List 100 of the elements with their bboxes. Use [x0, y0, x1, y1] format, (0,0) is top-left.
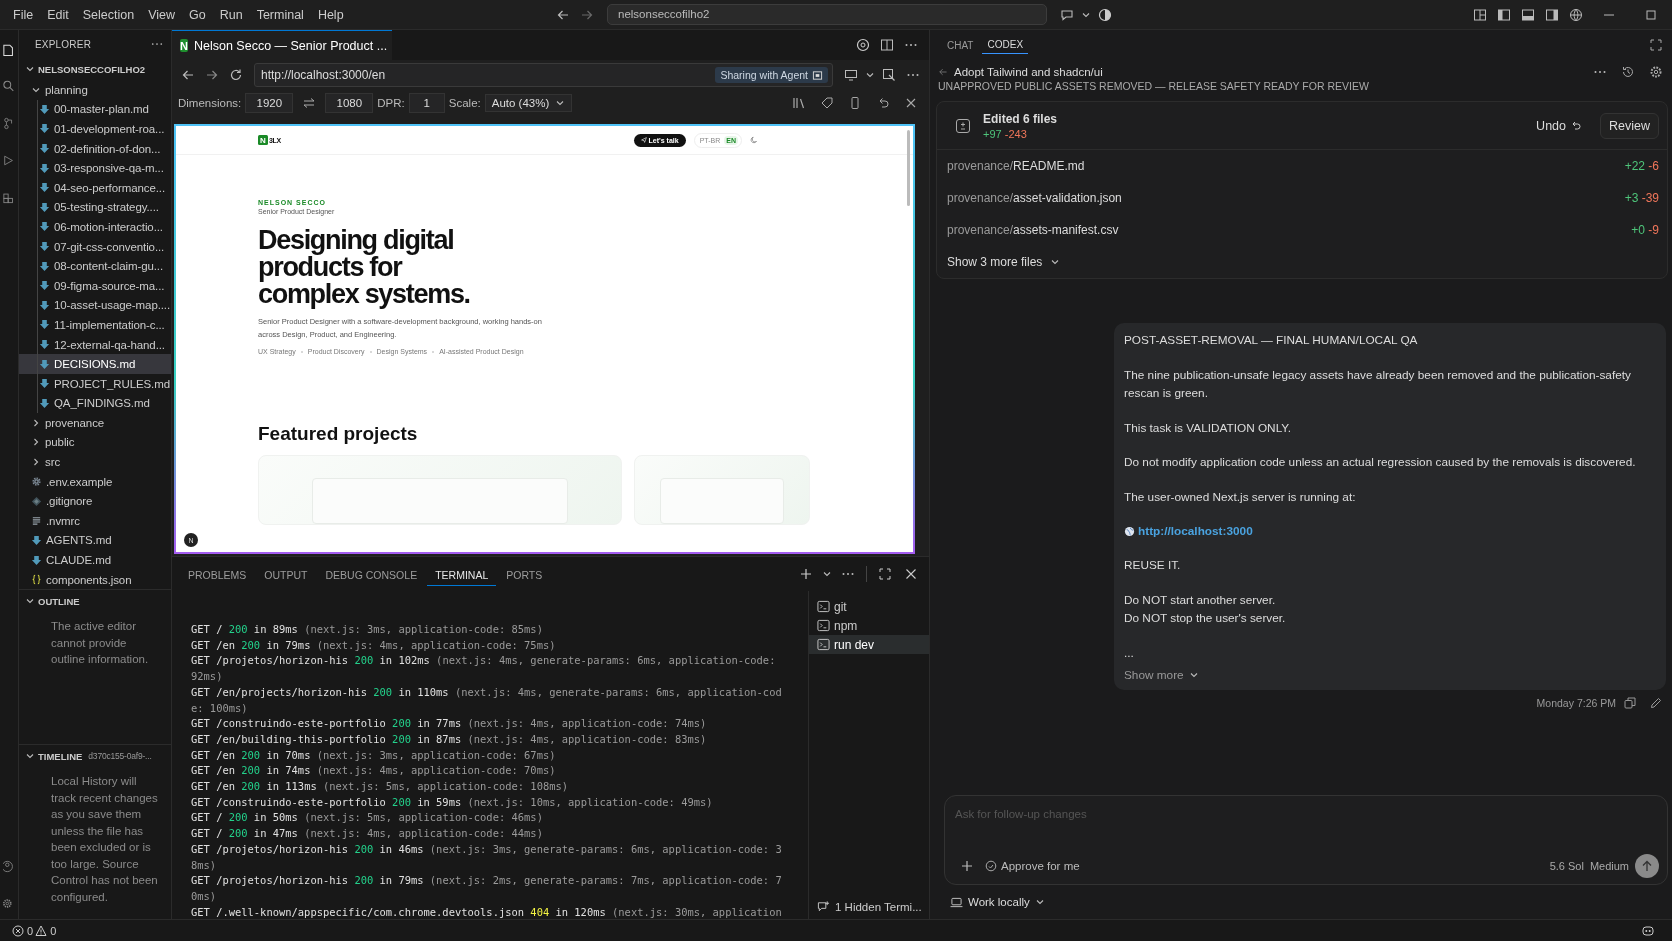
- command-center[interactable]: nelsonseccofilho2: [607, 4, 1047, 25]
- changed-file-row[interactable]: provenance/asset-validation.json +3 -39: [937, 182, 1667, 214]
- show-more-button[interactable]: Show more: [1124, 668, 1656, 682]
- tree-item[interactable]: 04-seo-performance...: [19, 177, 171, 198]
- review-button[interactable]: Review: [1600, 113, 1659, 139]
- height-input[interactable]: 1080: [325, 93, 374, 113]
- menu-item[interactable]: View: [141, 4, 182, 25]
- warnings-indicator[interactable]: 0: [35, 924, 57, 937]
- sidebar-right-icon[interactable]: [1545, 7, 1559, 22]
- work-mode-selector[interactable]: Work locally: [936, 885, 1668, 919]
- phone-icon[interactable]: [848, 96, 862, 110]
- half-circle-icon[interactable]: [1098, 7, 1112, 22]
- chevron-down-icon[interactable]: [865, 70, 875, 80]
- tree-item[interactable]: QA_FINDINGS.md: [19, 393, 171, 414]
- errors-indicator[interactable]: 0: [12, 924, 34, 937]
- menu-item[interactable]: Run: [212, 4, 250, 25]
- reload-icon[interactable]: [229, 68, 243, 82]
- copilot-icon[interactable]: [1641, 923, 1655, 938]
- tree-item[interactable]: 07-git-css-conventio...: [19, 236, 171, 257]
- files-icon[interactable]: [3, 42, 15, 57]
- menu-item[interactable]: Help: [310, 4, 351, 25]
- section-header[interactable]: TIMELINE d370c155-0af9-...: [19, 744, 171, 768]
- menu-item[interactable]: Edit: [40, 4, 76, 25]
- moon-icon[interactable]: [750, 136, 758, 144]
- settings-icon[interactable]: [1649, 65, 1663, 79]
- tree-item[interactable]: 06-motion-interactio...: [19, 217, 171, 237]
- sidebar-left-icon[interactable]: [1497, 7, 1511, 22]
- history-icon[interactable]: [1621, 65, 1635, 79]
- menu-item[interactable]: File: [6, 4, 41, 25]
- panel-tab[interactable]: PROBLEMS: [180, 563, 255, 585]
- forward-arrow-icon[interactable]: [205, 68, 219, 82]
- columns-icon[interactable]: [792, 96, 806, 110]
- layout-icon[interactable]: [1473, 7, 1487, 22]
- tree-item[interactable]: 11-implementation-c...: [19, 315, 171, 335]
- inspect-icon[interactable]: [882, 68, 896, 82]
- search-icon[interactable]: [3, 79, 15, 94]
- tree-item[interactable]: AGENTS.md: [19, 530, 171, 551]
- tree-item[interactable]: .env.example: [19, 471, 171, 492]
- close-icon[interactable]: [904, 96, 918, 110]
- maximize-icon[interactable]: [878, 567, 892, 581]
- tree-item[interactable]: 03-responsive-qa-m...: [19, 158, 171, 178]
- assistant-tab[interactable]: CHAT: [942, 36, 979, 54]
- terminal-item[interactable]: npm: [809, 616, 929, 635]
- panel-tab[interactable]: PORTS: [498, 563, 551, 585]
- tree-item[interactable]: 09-figma-source-ma...: [19, 275, 171, 296]
- menu-item[interactable]: Go: [182, 4, 213, 25]
- scrollbar-thumb[interactable]: [907, 130, 910, 206]
- changed-file-row[interactable]: provenance/README.md +22 -6: [937, 150, 1667, 182]
- back-arrow-icon[interactable]: [181, 68, 195, 82]
- tree-item[interactable]: planning: [19, 80, 171, 100]
- tree-item[interactable]: DECISIONS.md: [19, 354, 171, 374]
- undo-button[interactable]: Undo: [1530, 118, 1588, 134]
- assistant-tab[interactable]: CODEX: [982, 36, 1029, 54]
- plus-icon[interactable]: [799, 567, 813, 581]
- maximize-icon[interactable]: [1644, 7, 1658, 22]
- tree-item[interactable]: CLAUDE.md: [19, 550, 171, 570]
- terminal-item[interactable]: run dev: [809, 635, 929, 654]
- screen-icon[interactable]: [844, 68, 858, 82]
- tree-item[interactable]: 05-testing-strategy....: [19, 197, 171, 218]
- changed-file-row[interactable]: provenance/assets-manifest.csv +0 -9: [937, 214, 1667, 246]
- aperture-icon[interactable]: [856, 38, 870, 52]
- effort-selector[interactable]: Medium: [1589, 860, 1629, 872]
- show-more-files-button[interactable]: Show 3 more files: [937, 246, 1667, 278]
- play-icon[interactable]: [3, 153, 15, 168]
- tree-item[interactable]: src: [19, 452, 171, 472]
- menu-item[interactable]: Terminal: [249, 4, 311, 25]
- chevron-down-icon[interactable]: [822, 569, 832, 579]
- close-icon[interactable]: [904, 567, 918, 581]
- hidden-terminals-button[interactable]: 1 Hidden Termi...: [809, 900, 929, 913]
- editor-tab[interactable]: N Nelson Secco — Senior Product ...: [172, 30, 392, 60]
- terminal-item[interactable]: git: [809, 597, 929, 616]
- panel-tab[interactable]: OUTPUT: [256, 563, 316, 585]
- tree-item[interactable]: PROJECT_RULES.md: [19, 373, 171, 394]
- dpr-input[interactable]: 1: [408, 93, 445, 113]
- tree-item[interactable]: 12-external-qa-hand...: [19, 334, 171, 355]
- panel-tab[interactable]: TERMINAL: [427, 562, 497, 586]
- edit-icon[interactable]: [1649, 696, 1663, 710]
- send-button[interactable]: [1635, 854, 1659, 878]
- swap-icon[interactable]: [302, 96, 317, 110]
- more-icon[interactable]: [151, 42, 163, 46]
- account-icon[interactable]: [3, 859, 15, 874]
- tree-item[interactable]: 02-definition-of-don...: [19, 138, 171, 159]
- tree-item[interactable]: public: [19, 432, 171, 453]
- tree-item[interactable]: components.json: [19, 569, 171, 590]
- copy-icon[interactable]: [1623, 696, 1637, 710]
- tree-item[interactable]: 08-content-claim-gu...: [19, 256, 171, 276]
- tree-item[interactable]: 10-asset-usage-map....: [19, 295, 171, 316]
- menu-item[interactable]: Selection: [75, 4, 142, 25]
- workspace-header[interactable]: NELSONSECCOFILHO2: [19, 58, 171, 80]
- model-selector[interactable]: 5.6 Sol: [1549, 860, 1584, 872]
- width-input[interactable]: 1920: [245, 93, 294, 113]
- panel-tab[interactable]: DEBUG CONSOLE: [317, 563, 426, 585]
- scale-dropdown[interactable]: Auto (43%): [484, 94, 573, 112]
- split-editor-icon[interactable]: [880, 38, 894, 52]
- approve-toggle[interactable]: Approve for me: [985, 860, 1080, 872]
- tree-item[interactable]: 00-master-plan.md: [19, 99, 171, 120]
- tag-icon[interactable]: [820, 96, 834, 110]
- tree-item[interactable]: provenance: [19, 413, 171, 433]
- blocks-icon[interactable]: [3, 190, 15, 205]
- globe-icon[interactable]: [1569, 7, 1583, 22]
